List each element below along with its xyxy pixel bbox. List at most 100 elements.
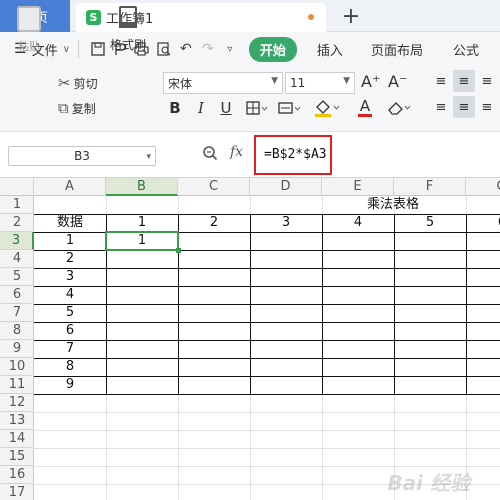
column-header-a[interactable]: A xyxy=(34,178,106,196)
brush-icon xyxy=(119,6,137,28)
row-header[interactable]: 6 xyxy=(0,286,34,304)
align-left-button[interactable]: ≡ xyxy=(430,96,452,118)
formula-highlight-box xyxy=(254,135,332,175)
format-painter-button[interactable]: 格式刷 xyxy=(108,6,148,53)
tab-formulas[interactable]: 公式 xyxy=(453,40,479,59)
row-header[interactable]: 14 xyxy=(0,430,34,448)
cell-c2[interactable]: 2 xyxy=(178,214,250,232)
insert-function-button[interactable]: fx xyxy=(230,144,243,160)
fill-color-button[interactable] xyxy=(313,98,343,118)
table-border xyxy=(466,214,467,394)
borders-button[interactable] xyxy=(244,98,270,118)
table-border xyxy=(250,214,251,394)
align-middle-button[interactable]: ≡ xyxy=(453,70,475,92)
table-border xyxy=(394,214,395,394)
undo-icon[interactable]: ↶ xyxy=(175,38,197,60)
cell-g2[interactable]: 6 xyxy=(466,214,500,232)
cell-a8[interactable]: 6 xyxy=(34,322,106,340)
cell-b2[interactable]: 1 xyxy=(106,214,178,232)
row-header[interactable]: 8 xyxy=(0,322,34,340)
tab-page-layout[interactable]: 页面布局 xyxy=(371,40,423,59)
font-name-select[interactable]: 宋体 ▼ xyxy=(163,72,283,94)
row-header[interactable]: 5 xyxy=(0,268,34,286)
row-header[interactable]: 11 xyxy=(0,376,34,394)
row-header[interactable]: 3 xyxy=(0,232,34,250)
font-size-value: 11 xyxy=(290,76,306,90)
copy-button[interactable]: ⧉ 复制 xyxy=(58,99,96,117)
chevron-down-icon: ▼ xyxy=(271,76,278,86)
row-header[interactable]: 12 xyxy=(0,394,34,412)
italic-button[interactable]: I xyxy=(192,98,210,118)
name-box[interactable]: B3 ▾ xyxy=(8,146,156,166)
save-icon[interactable] xyxy=(87,38,109,60)
column-header-c[interactable]: C xyxy=(178,178,250,196)
tab-insert[interactable]: 插入 xyxy=(317,40,343,59)
customize-chevron-icon[interactable]: ▿ xyxy=(219,38,241,60)
row-header[interactable]: 4 xyxy=(0,250,34,268)
align-right-button[interactable]: ≡ xyxy=(476,96,498,118)
paste-button[interactable]: 粘贴 xyxy=(12,6,46,54)
clear-format-button[interactable] xyxy=(386,98,414,118)
cell-a10[interactable]: 8 xyxy=(34,358,106,376)
align-bottom-button[interactable]: ≡ xyxy=(476,70,498,92)
column-header-b[interactable]: B xyxy=(106,178,178,196)
table-title-cell[interactable]: 乘法表格 xyxy=(322,196,464,214)
row-header[interactable]: 10 xyxy=(0,358,34,376)
column-header-d[interactable]: D xyxy=(250,178,322,196)
row-header[interactable]: 16 xyxy=(0,466,34,484)
cell-a3[interactable]: 1 xyxy=(34,232,106,250)
fill-handle[interactable] xyxy=(176,248,181,253)
unsaved-indicator xyxy=(308,14,314,20)
copy-icon: ⧉ xyxy=(58,99,69,117)
spreadsheet-icon: S xyxy=(86,10,101,25)
select-all-corner[interactable] xyxy=(0,178,34,196)
cell-a11[interactable]: 9 xyxy=(34,376,106,394)
row-header[interactable]: 2 xyxy=(0,214,34,232)
font-color-swatch xyxy=(358,114,372,117)
underline-button[interactable]: U xyxy=(217,98,235,118)
row-header[interactable]: 1 xyxy=(0,196,34,214)
active-cell-outline xyxy=(105,231,179,251)
cut-label: 剪切 xyxy=(73,76,98,91)
font-color-button[interactable]: A xyxy=(351,98,379,118)
cell-a6[interactable]: 4 xyxy=(34,286,106,304)
cell-a9[interactable]: 7 xyxy=(34,340,106,358)
cell-f2[interactable]: 5 xyxy=(394,214,466,232)
paint-bucket-icon xyxy=(315,100,340,117)
sheet-grid[interactable]: A B C D E F G 1 2 3 4 5 6 7 8 9 10 11 12… xyxy=(0,178,500,500)
align-top-button[interactable]: ≡ xyxy=(430,70,452,92)
cell-a5[interactable]: 3 xyxy=(34,268,106,286)
row-header[interactable]: 9 xyxy=(0,340,34,358)
table-border xyxy=(34,394,500,395)
eraser-icon xyxy=(388,102,411,115)
new-tab-button[interactable]: + xyxy=(338,3,364,29)
cut-button[interactable]: ✂ 剪切 xyxy=(58,74,98,92)
cell-a7[interactable]: 5 xyxy=(34,304,106,322)
print-preview-icon[interactable] xyxy=(153,38,175,60)
name-box-value: B3 xyxy=(74,149,90,163)
column-header-g[interactable]: G xyxy=(466,178,500,196)
bold-button[interactable]: B xyxy=(166,98,184,118)
menu-bar: ☰ 文件 ∨ ↶ ↷ ▿ 开始 插入 页面布局 公式 xyxy=(0,32,500,66)
cell-a4[interactable]: 2 xyxy=(34,250,106,268)
decrease-font-button[interactable]: A⁻ xyxy=(388,72,407,91)
fill-pattern-button[interactable] xyxy=(277,98,303,118)
row-header[interactable]: 17 xyxy=(0,484,34,500)
font-size-select[interactable]: 11 ▼ xyxy=(285,72,355,94)
borders-icon xyxy=(246,101,268,115)
cell-e2[interactable]: 4 xyxy=(322,214,394,232)
row-header[interactable]: 7 xyxy=(0,304,34,322)
row-header[interactable]: 13 xyxy=(0,412,34,430)
align-center-button[interactable]: ≡ xyxy=(453,96,475,118)
zoom-icon[interactable] xyxy=(202,145,218,165)
increase-font-button[interactable]: A⁺ xyxy=(361,72,380,91)
tab-start[interactable]: 开始 xyxy=(248,36,297,62)
copy-label: 复制 xyxy=(71,101,96,116)
cell-d2[interactable]: 3 xyxy=(250,214,322,232)
column-header-f[interactable]: F xyxy=(394,178,466,196)
font-name-value: 宋体 xyxy=(168,76,193,91)
row-header[interactable]: 15 xyxy=(0,448,34,466)
column-header-e[interactable]: E xyxy=(322,178,394,196)
cell-a2[interactable]: 数据 xyxy=(34,214,106,232)
redo-icon[interactable]: ↷ xyxy=(197,38,219,60)
